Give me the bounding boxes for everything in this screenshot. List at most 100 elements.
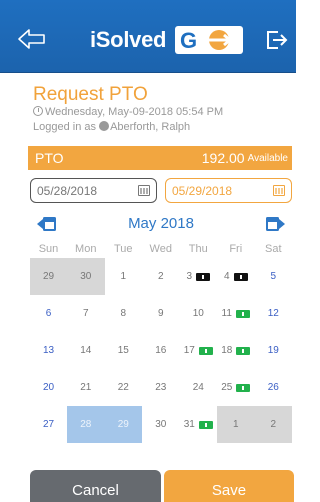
calendar-icon[interactable] <box>273 185 285 196</box>
day-number: 29 <box>42 271 55 282</box>
user-name: Aberforth, Ralph <box>110 121 191 133</box>
day-number: 27 <box>42 419 55 430</box>
pto-badge-icon <box>236 346 251 355</box>
calendar-day[interactable]: 25 <box>217 369 255 406</box>
dow-label: Mon <box>75 243 97 255</box>
end-date-value: 05/29/2018 <box>172 183 233 198</box>
pto-badge-icon <box>198 346 213 355</box>
day-number: 30 <box>155 419 167 430</box>
day-number: 16 <box>155 345 167 356</box>
calendar-day[interactable]: 13 <box>30 332 67 369</box>
day-number: 1 <box>120 271 127 282</box>
calendar-day[interactable]: 12 <box>255 295 293 332</box>
back-arrow-icon[interactable] <box>17 26 47 52</box>
calendar-icon[interactable] <box>138 185 150 196</box>
datetime-text: Wednesday, May-09-2018 05:54 PM <box>45 106 224 118</box>
save-button[interactable]: Save <box>164 470 294 502</box>
start-date-field[interactable]: 05/28/2018 <box>30 178 157 203</box>
calendar-day[interactable]: 22 <box>105 369 143 406</box>
dow-label: Fri <box>229 243 243 255</box>
cancel-button[interactable]: Cancel <box>30 470 161 502</box>
pto-value: 192.00 <box>201 150 245 166</box>
calendar-day[interactable]: 27 <box>30 406 67 443</box>
day-number: 12 <box>267 308 279 319</box>
calendar-day[interactable]: 5 <box>255 258 293 295</box>
day-number: 3 <box>186 271 193 282</box>
day-number: 11 <box>221 308 232 319</box>
day-number: 22 <box>117 382 129 393</box>
next-month-icon[interactable] <box>264 214 286 234</box>
calendar-day[interactable]: 6 <box>30 295 67 332</box>
calendar-day[interactable]: 20 <box>30 369 67 406</box>
day-number: 10 <box>192 308 204 319</box>
day-number: 18 <box>221 345 233 356</box>
calendar-day[interactable]: 7 <box>67 295 105 332</box>
day-number: 6 <box>45 308 52 319</box>
calendar-day[interactable]: 15 <box>105 332 143 369</box>
calendar-week: 6 7 8 9 10 11 12 <box>30 295 292 332</box>
day-number: 13 <box>42 345 55 356</box>
day-number: 21 <box>80 382 92 393</box>
calendar-week: 27 28 29 30 31 1 2 <box>30 406 292 443</box>
calendar-day[interactable]: 17 <box>180 332 218 369</box>
start-date-value: 05/28/2018 <box>37 183 98 198</box>
calendar-day[interactable]: 30 <box>142 406 180 443</box>
clock-icon <box>33 106 43 116</box>
logout-icon[interactable] <box>264 28 288 52</box>
app-header: iSolved G <box>0 0 296 73</box>
calendar-day[interactable]: 23 <box>142 369 180 406</box>
calendar-day[interactable]: 3 <box>180 258 218 295</box>
calendar-day[interactable]: 16 <box>142 332 180 369</box>
days-of-week-header: Sun Mon Tue Wed Thu Fri Sat <box>30 240 292 258</box>
day-number: 1 <box>232 419 239 430</box>
day-number: 14 <box>80 345 92 356</box>
calendar-day[interactable]: 26 <box>255 369 293 406</box>
calendar-day[interactable]: 19 <box>255 332 293 369</box>
pto-badge-icon <box>235 309 250 318</box>
dow-label: Wed <box>149 243 172 255</box>
day-number: 2 <box>157 271 164 282</box>
day-number: 2 <box>270 419 277 430</box>
calendar-day[interactable]: 4 <box>217 258 255 295</box>
calendar-day[interactable]: 30 <box>67 258 105 295</box>
calendar-day[interactable]: 9 <box>142 295 180 332</box>
pto-balance-bar[interactable]: PTO 192.00 Available <box>28 146 292 170</box>
calendar-day[interactable]: 29 <box>30 258 67 295</box>
calendar-day[interactable]: 24 <box>180 369 218 406</box>
calendar-day[interactable]: 8 <box>105 295 143 332</box>
calendar-day[interactable]: 1 <box>217 406 255 443</box>
logged-in-prefix: Logged in as <box>33 121 96 133</box>
page-title: Request PTO <box>33 84 148 105</box>
logged-in-line: Logged in as Aberforth, Ralph <box>33 121 190 133</box>
calendar-day[interactable]: 1 <box>105 258 143 295</box>
end-date-field[interactable]: 05/29/2018 <box>165 178 292 203</box>
calendar-day[interactable]: 14 <box>67 332 105 369</box>
request-datetime: Wednesday, May-09-2018 05:54 PM <box>33 106 223 118</box>
calendar-day-selected[interactable]: 29 <box>104 406 142 443</box>
dow-label: Sat <box>264 243 282 255</box>
day-number: 23 <box>155 382 167 393</box>
calendar-day[interactable]: 18 <box>217 332 255 369</box>
calendar-day[interactable]: 2 <box>254 406 292 443</box>
calendar-day[interactable]: 2 <box>142 258 180 295</box>
user-icon <box>99 121 110 131</box>
day-number: 29 <box>117 419 129 430</box>
day-number: 19 <box>267 345 279 356</box>
day-number: 7 <box>82 308 89 319</box>
calendar-day-selected[interactable]: 28 <box>67 406 105 443</box>
day-number: 28 <box>80 419 92 430</box>
calendar-day[interactable]: 10 <box>180 295 218 332</box>
day-number: 26 <box>267 382 279 393</box>
calendar-week: 29 30 1 2 3 4 5 <box>30 258 292 295</box>
brand-logo: iSolved G <box>90 25 244 55</box>
svg-text:G: G <box>180 28 197 53</box>
day-number: 30 <box>80 271 92 282</box>
calendar-day[interactable]: 11 <box>217 295 255 332</box>
dow-label: Thu <box>188 243 208 255</box>
calendar-week: 13 14 15 16 17 18 19 <box>30 332 292 369</box>
calendar-day[interactable]: 21 <box>67 369 105 406</box>
day-number: 4 <box>223 271 230 282</box>
calendar-day[interactable]: 31 <box>180 406 218 443</box>
day-number: 9 <box>157 308 164 319</box>
go-logo-icon: G <box>175 26 244 54</box>
